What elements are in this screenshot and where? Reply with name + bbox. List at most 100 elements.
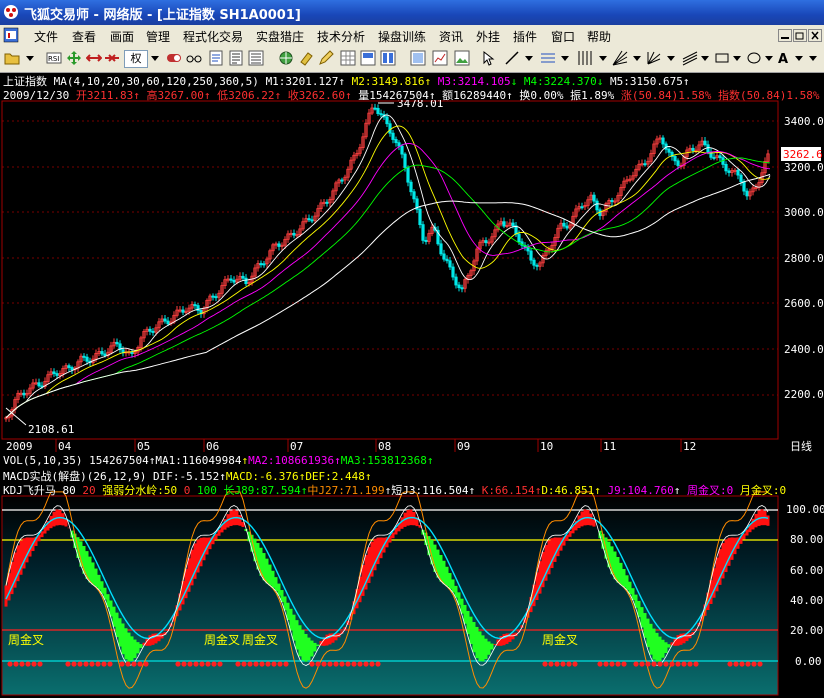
menu-help[interactable]: 帮助 — [587, 28, 611, 45]
list-icon[interactable] — [248, 50, 264, 66]
rectangle-icon[interactable] — [714, 50, 730, 66]
menu-program-trading[interactable]: 程式化交易 — [183, 28, 243, 45]
dropdown-arrow-icon[interactable] — [698, 50, 714, 66]
signal-dot — [757, 661, 763, 667]
minimize-icon[interactable] — [778, 29, 792, 42]
glasses-icon[interactable] — [186, 50, 202, 66]
dropdown-arrow-icon[interactable] — [664, 50, 680, 66]
signal-dot — [375, 661, 381, 667]
dropdown-arrow-icon[interactable] — [630, 50, 646, 66]
candle-body — [712, 156, 716, 159]
signal-dot — [187, 661, 193, 667]
candle-body — [439, 243, 443, 255]
split-view-icon[interactable] — [380, 50, 396, 66]
vertical-lines-icon[interactable] — [576, 50, 592, 66]
eraser-icon[interactable] — [298, 50, 314, 66]
signal-dot — [253, 661, 259, 667]
ellipse-icon[interactable] — [746, 50, 762, 66]
signal-dot — [339, 661, 345, 667]
menu-real-hunt[interactable]: 实盘猎庄 — [256, 28, 304, 45]
dropdown-arrow-icon[interactable] — [148, 50, 164, 66]
more-icon[interactable] — [806, 50, 822, 66]
grid-icon[interactable] — [340, 50, 356, 66]
window-tile-icon[interactable] — [410, 50, 426, 66]
signal-dot — [687, 661, 693, 667]
dropdown-arrow-icon[interactable] — [558, 50, 574, 66]
menu-plugins[interactable]: 插件 — [513, 28, 537, 45]
candle-body — [745, 190, 749, 197]
document-icon[interactable] — [3, 27, 19, 43]
zoom-out-icon[interactable] — [104, 50, 120, 66]
menu-window[interactable]: 窗口 — [551, 28, 575, 45]
report-icon[interactable] — [208, 50, 224, 66]
candle-body — [397, 142, 401, 147]
channel-icon[interactable] — [682, 50, 698, 66]
menu-training[interactable]: 操盘训练 — [378, 28, 426, 45]
signal-dot — [125, 661, 131, 667]
svg-text:05: 05 — [137, 440, 150, 453]
open-folder-icon[interactable] — [4, 50, 20, 66]
candle-body — [394, 139, 398, 144]
candle-body — [403, 153, 407, 168]
dropdown-arrow-icon[interactable] — [730, 50, 746, 66]
weight-select[interactable]: 权 — [124, 50, 148, 68]
signal-dot — [107, 661, 113, 667]
candle-body — [457, 284, 461, 289]
text-tool-icon[interactable]: A — [776, 50, 792, 66]
signal-dot — [363, 661, 369, 667]
cursor-icon[interactable] — [480, 50, 496, 66]
restore-icon[interactable] — [793, 29, 807, 42]
kline-chart[interactable]: 3478.01 2108.61 3400.0 3200.0 3000.0 280… — [0, 100, 824, 698]
candle-body — [421, 224, 425, 241]
horizontal-lines-icon[interactable] — [540, 50, 556, 66]
menu-file[interactable]: 文件 — [34, 28, 58, 45]
signal-dot — [309, 661, 315, 667]
candle-body — [580, 206, 584, 209]
menu-tech-analysis[interactable]: 技术分析 — [317, 28, 365, 45]
candle-body — [151, 330, 155, 333]
candle-body — [445, 258, 449, 262]
candle-body — [718, 155, 722, 159]
toggle-red-icon[interactable] — [166, 50, 182, 66]
info-icon[interactable] — [228, 50, 244, 66]
close-icon[interactable] — [808, 29, 822, 42]
menu-manage[interactable]: 管理 — [146, 28, 170, 45]
menu-plugin-ext[interactable]: 外挂 — [476, 28, 500, 45]
menu-view[interactable]: 查看 — [72, 28, 96, 45]
svg-text:40.00: 40.00 — [790, 594, 823, 607]
dropdown-arrow-icon[interactable] — [522, 50, 538, 66]
candle-body — [691, 147, 695, 151]
menu-screen[interactable]: 画面 — [110, 28, 134, 45]
candle-body — [325, 201, 329, 204]
signal-dot — [645, 661, 651, 667]
rsi-icon[interactable]: RSI — [46, 50, 62, 66]
signal-dot — [277, 661, 283, 667]
globe-icon[interactable] — [278, 50, 294, 66]
candle-body — [424, 239, 428, 242]
zoom-in-icon[interactable] — [86, 50, 102, 66]
move-icon[interactable] — [66, 50, 82, 66]
svg-text:06: 06 — [206, 440, 219, 453]
signal-dot — [181, 661, 187, 667]
layout-icon[interactable] — [360, 50, 376, 66]
title-bar: 飞狐交易师 - 网络版 - [上证指数 SH1A0001] — [0, 0, 824, 25]
candle-body — [37, 382, 41, 387]
svg-text:0.00: 0.00 — [795, 655, 822, 668]
gann-icon[interactable] — [646, 50, 662, 66]
signal-dot — [65, 661, 71, 667]
draw-line-icon[interactable] — [504, 50, 520, 66]
dropdown-arrow-icon[interactable] — [596, 50, 612, 66]
chart-window-icon[interactable] — [432, 50, 448, 66]
fan-lines-icon[interactable] — [612, 50, 628, 66]
menu-info[interactable]: 资讯 — [439, 28, 463, 45]
signal-dot — [137, 661, 143, 667]
high-marker-label: 3478.01 — [397, 100, 443, 110]
candle-body — [742, 181, 746, 192]
dropdown-arrow-icon[interactable] — [24, 50, 40, 66]
candle-body — [262, 263, 266, 266]
image-icon[interactable] — [454, 50, 470, 66]
price-tick: 3000.0 — [784, 206, 824, 219]
candle-body — [460, 287, 464, 290]
pencil-icon[interactable] — [318, 50, 334, 66]
signal-dot — [13, 661, 19, 667]
